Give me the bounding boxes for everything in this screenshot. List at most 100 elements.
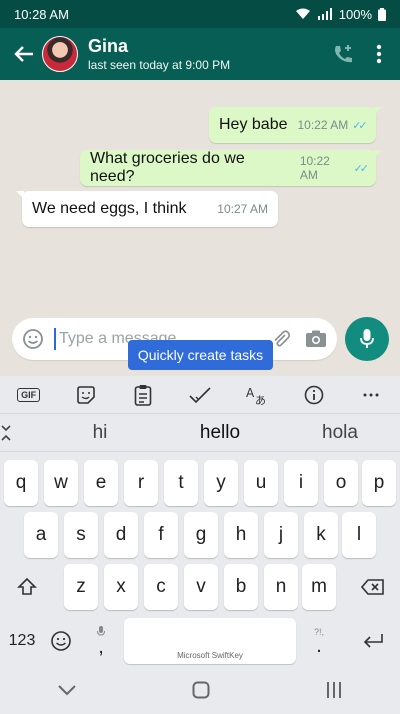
key-x[interactable]: x xyxy=(104,564,138,610)
info-button[interactable] xyxy=(299,380,329,410)
key-g[interactable]: g xyxy=(184,512,218,558)
key-z[interactable]: z xyxy=(64,564,98,610)
status-bar: 10:28 AM 100% xyxy=(0,0,400,28)
gif-icon: GIF xyxy=(17,387,41,402)
back-button[interactable] xyxy=(8,28,40,80)
comma-key[interactable]: , xyxy=(84,618,118,664)
tasks-button[interactable] xyxy=(185,380,215,410)
gif-button[interactable]: GIF xyxy=(14,380,44,410)
wifi-icon xyxy=(295,8,311,20)
message-time: 10:27 AM xyxy=(217,202,268,216)
period-label: . xyxy=(316,635,322,657)
nav-back-icon[interactable] xyxy=(58,684,76,696)
more-tools-button[interactable] xyxy=(356,380,386,410)
key-j[interactable]: j xyxy=(264,512,298,558)
voice-record-button[interactable] xyxy=(345,317,389,361)
microphone-icon xyxy=(359,328,375,350)
key-o[interactable]: o xyxy=(324,460,358,506)
bubble-tail xyxy=(374,150,382,158)
bubble-tail xyxy=(374,107,382,115)
sticker-icon xyxy=(76,385,96,405)
read-receipt-icon: ✓✓ xyxy=(353,162,370,175)
translate-icon: Aあ xyxy=(246,384,268,406)
clipboard-icon xyxy=(134,384,152,406)
message-text: Hey babe xyxy=(219,116,288,133)
key-u[interactable]: u xyxy=(244,460,278,506)
key-y[interactable]: y xyxy=(204,460,238,506)
camera-icon[interactable] xyxy=(305,330,327,348)
key-i[interactable]: i xyxy=(284,460,318,506)
navigation-bar xyxy=(0,665,400,714)
message-bubble-incoming[interactable]: We need eggs, I think 10:27 AM xyxy=(16,191,278,227)
tasks-tooltip: Quickly create tasks xyxy=(128,340,273,370)
key-a[interactable]: a xyxy=(24,512,58,558)
header-actions xyxy=(332,43,382,65)
emoji-key[interactable] xyxy=(44,618,78,664)
suggestion-2[interactable]: hello xyxy=(160,422,280,444)
battery-icon xyxy=(378,7,386,21)
sticker-button[interactable] xyxy=(71,380,101,410)
avatar[interactable] xyxy=(42,36,78,72)
key-p[interactable]: p xyxy=(362,460,396,506)
message-time: 10:22 AM xyxy=(299,154,330,182)
read-receipt-icon: ✓✓ xyxy=(352,119,368,132)
collapse-toolbar-button[interactable] xyxy=(0,424,40,441)
key-t[interactable]: t xyxy=(164,460,198,506)
key-e[interactable]: e xyxy=(84,460,118,506)
battery-percent: 100% xyxy=(338,6,372,22)
suggestion-1[interactable]: hi xyxy=(40,422,160,444)
contact-last-seen: last seen today at 9:00 PM xyxy=(88,58,231,72)
arrow-left-icon xyxy=(14,45,34,63)
key-h[interactable]: h xyxy=(224,512,258,558)
suggestion-3[interactable]: hola xyxy=(280,422,400,444)
key-d[interactable]: d xyxy=(104,512,138,558)
period-key[interactable]: ?!, . xyxy=(302,618,336,664)
ellipsis-icon xyxy=(363,393,379,397)
comma-label: , xyxy=(98,636,104,658)
shift-key[interactable] xyxy=(4,564,50,610)
contact-name: Gina xyxy=(88,36,129,56)
key-k[interactable]: k xyxy=(304,512,338,558)
suggestion-bar: hi hello hola xyxy=(0,414,400,452)
checkmark-icon xyxy=(189,386,211,404)
shift-icon xyxy=(17,577,37,597)
status-right: 100% xyxy=(295,7,386,22)
key-n[interactable]: n xyxy=(264,564,298,610)
more-options-icon[interactable] xyxy=(376,44,382,64)
message-text: What groceries do we need? xyxy=(90,150,245,185)
key-v[interactable]: v xyxy=(184,564,218,610)
space-bar[interactable]: Microsoft SwiftKey xyxy=(124,618,296,664)
key-s[interactable]: s xyxy=(64,512,98,558)
nav-recents-icon[interactable] xyxy=(326,681,342,699)
message-bubble-outgoing[interactable]: What groceries do we need? 10:22 AM ✓✓ xyxy=(80,150,382,186)
key-f[interactable]: f xyxy=(144,512,178,558)
keyboard: GIF Aあ hi hello hola q w e r t y u i o p… xyxy=(0,376,400,714)
contact-info[interactable]: Gina last seen today at 9:00 PM xyxy=(88,35,332,73)
enter-key[interactable] xyxy=(350,618,396,664)
key-w[interactable]: w xyxy=(44,460,78,506)
backspace-key[interactable] xyxy=(350,564,396,610)
key-b[interactable]: b xyxy=(224,564,258,610)
attach-icon[interactable] xyxy=(271,329,291,349)
translate-button[interactable]: Aあ xyxy=(242,380,272,410)
numbers-key[interactable]: 123 xyxy=(2,618,42,664)
add-call-icon[interactable] xyxy=(332,43,354,65)
emoji-icon[interactable] xyxy=(22,328,44,350)
bubble-tail xyxy=(16,191,24,199)
key-r[interactable]: r xyxy=(124,460,158,506)
info-icon xyxy=(304,385,324,405)
key-c[interactable]: c xyxy=(144,564,178,610)
enter-icon xyxy=(362,633,384,649)
status-time: 10:28 AM xyxy=(14,6,69,22)
key-q[interactable]: q xyxy=(4,460,38,506)
message-time: 10:22 AM xyxy=(297,118,349,132)
message-bubble-outgoing[interactable]: Hey babe 10:22 AM ✓✓ xyxy=(209,107,382,143)
key-m[interactable]: m xyxy=(302,564,336,610)
clipboard-button[interactable] xyxy=(128,380,158,410)
nav-home-icon[interactable] xyxy=(192,681,210,699)
chat-header: Gina last seen today at 9:00 PM xyxy=(0,28,400,80)
smiley-icon xyxy=(50,630,72,652)
backspace-icon xyxy=(361,579,385,595)
key-l[interactable]: l xyxy=(342,512,376,558)
svg-text:あ: あ xyxy=(255,394,266,406)
